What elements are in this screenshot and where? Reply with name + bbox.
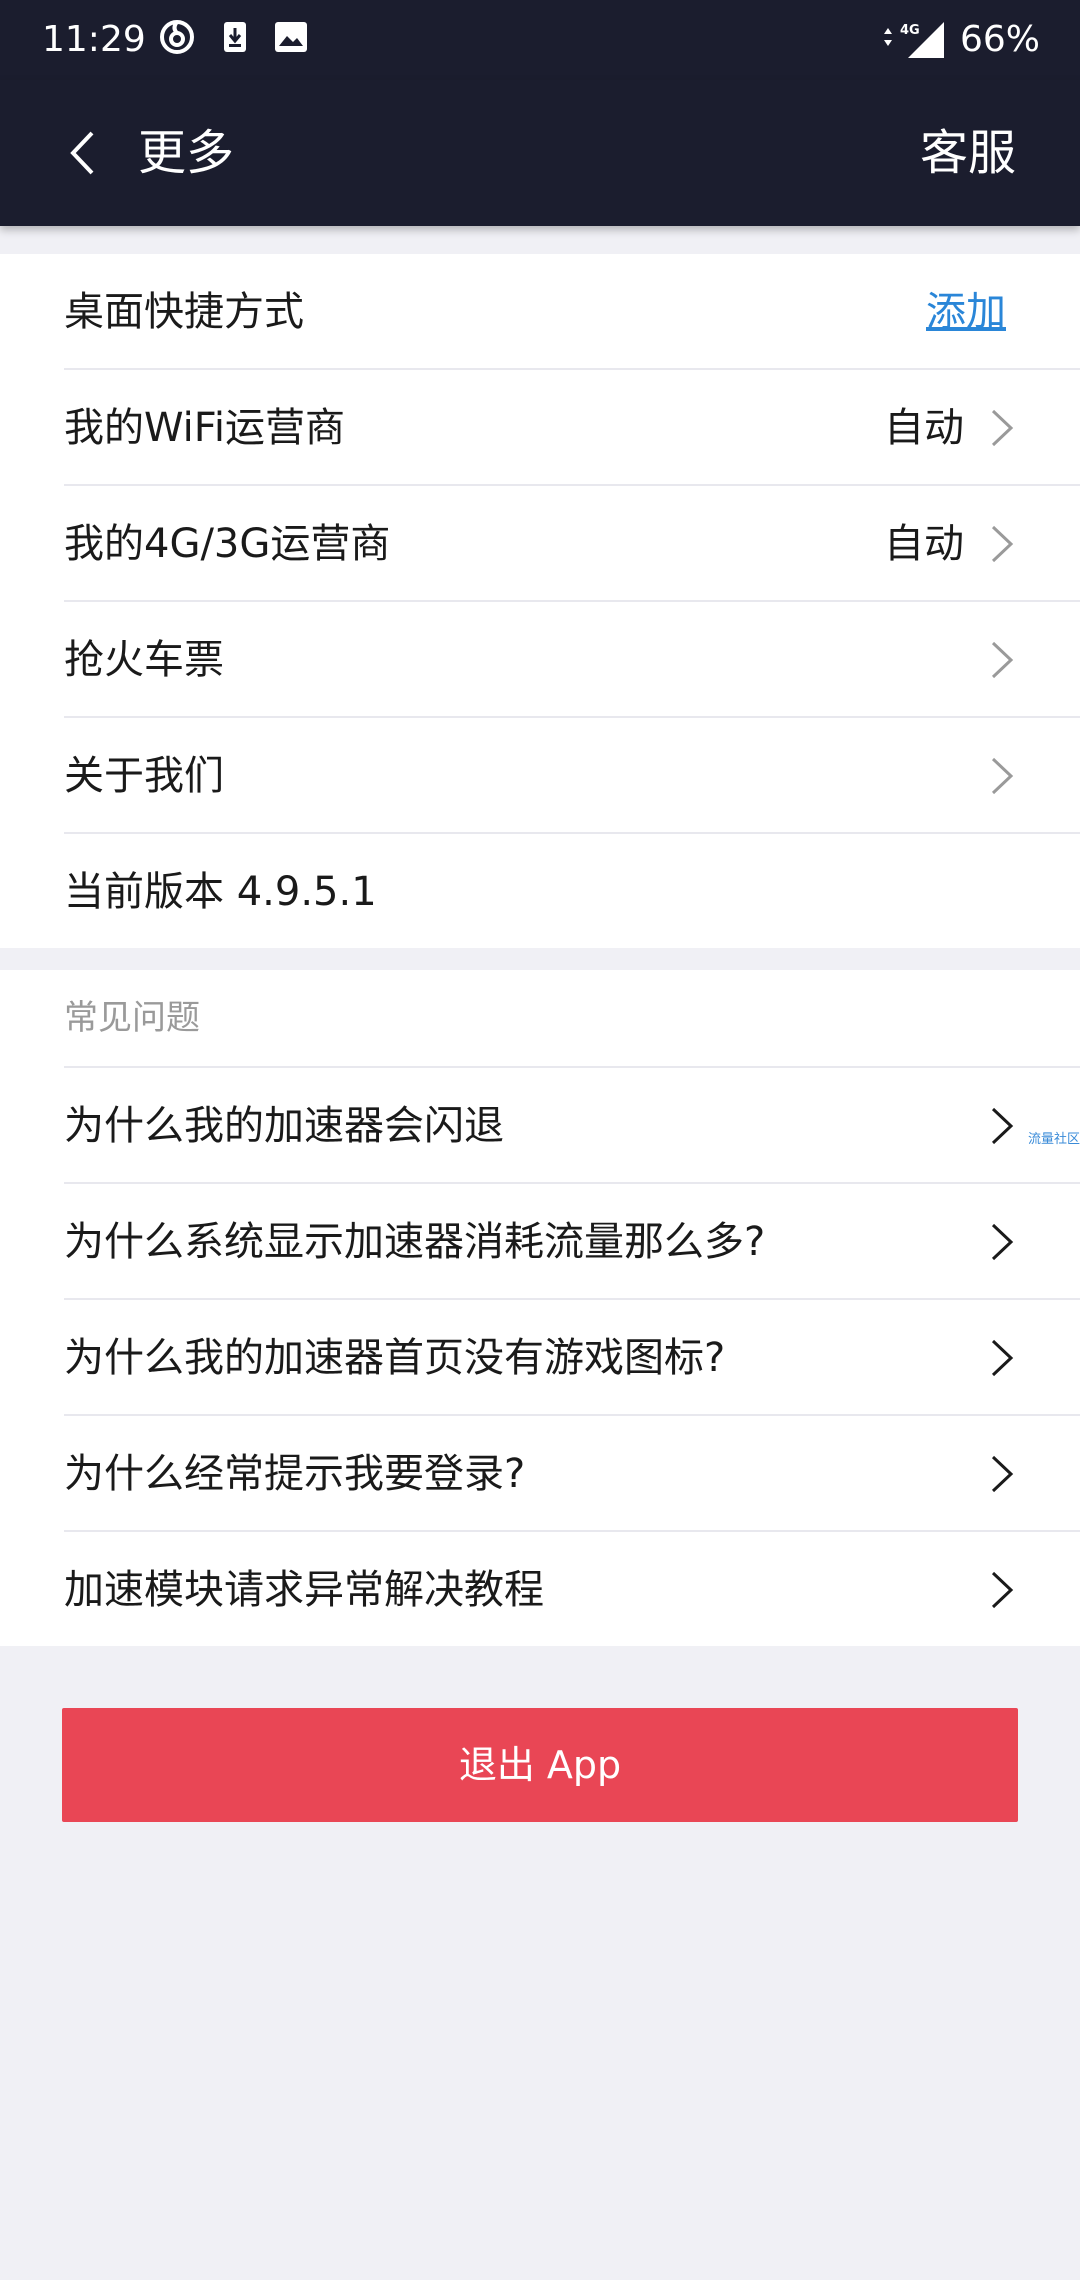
chevron-right-icon (991, 1455, 1014, 1493)
add-shortcut-link[interactable]: 添加 (926, 254, 1006, 370)
app-bar: 更多 客服 (0, 80, 1080, 226)
faq-section: 常见问题 为什么我的加速器会闪退 为什么系统显示加速器消耗流量那么多? 为什么我… (0, 970, 1080, 1646)
mobile-operator-label: 我的4G/3G运营商 (64, 521, 391, 567)
chevron-right-icon (991, 1571, 1014, 1609)
logout-button[interactable]: 退出 App (62, 1708, 1018, 1822)
faq-item[interactable]: 为什么系统显示加速器消耗流量那么多? (0, 1184, 1080, 1300)
wifi-operator-label: 我的WiFi运营商 (64, 405, 345, 451)
status-bar: 11:29 4G 66% (0, 0, 1080, 80)
svg-text:4G: 4G (900, 23, 920, 38)
shortcut-label: 桌面快捷方式 (64, 289, 304, 335)
wifi-operator-value: 自动 (884, 405, 964, 451)
status-time: 11:29 (42, 19, 146, 60)
faq-item-label: 为什么经常提示我要登录? (64, 1451, 526, 1497)
faq-item-label: 为什么我的加速器首页没有游戏图标? (64, 1335, 726, 1381)
train-tickets-row[interactable]: 抢火车票 (0, 602, 1080, 718)
status-notification-icons (158, 18, 308, 56)
download-icon (224, 22, 246, 52)
chevron-left-icon (70, 131, 94, 175)
image-icon (275, 22, 307, 52)
chevron-right-icon (991, 757, 1014, 795)
chevron-right-icon (991, 409, 1014, 447)
netease-music-icon (160, 20, 194, 54)
faq-item-label: 为什么系统显示加速器消耗流量那么多? (64, 1219, 766, 1265)
faq-item-label: 为什么我的加速器会闪退 (64, 1103, 504, 1149)
traffic-community-tag[interactable]: 流量社区 (1028, 1128, 1080, 1147)
version-label: 当前版本 4.9.5.1 (64, 869, 377, 915)
battery-level: 66% (959, 19, 1040, 60)
mobile-operator-value: 自动 (884, 521, 964, 567)
chevron-right-icon (991, 1339, 1014, 1377)
chevron-right-icon (991, 641, 1014, 679)
wifi-operator-row[interactable]: 我的WiFi运营商 自动 (0, 370, 1080, 486)
page-title: 更多 (138, 125, 235, 181)
faq-item[interactable]: 为什么我的加速器首页没有游戏图标? (0, 1300, 1080, 1416)
about-us-label: 关于我们 (64, 753, 224, 799)
version-row: 当前版本 4.9.5.1 (0, 834, 1080, 950)
chevron-right-icon (991, 525, 1014, 563)
chevron-right-icon (991, 1107, 1014, 1145)
faq-item[interactable]: 加速模块请求异常解决教程 (0, 1532, 1080, 1648)
faq-item[interactable]: 为什么我的加速器会闪退 (0, 1068, 1080, 1184)
faq-item-label: 加速模块请求异常解决教程 (64, 1567, 544, 1613)
faq-header: 常见问题 (64, 998, 200, 1038)
signal-icon: 4G (883, 22, 944, 58)
train-tickets-label: 抢火车票 (64, 637, 224, 683)
customer-service-button[interactable]: 客服 (920, 122, 1016, 184)
chevron-right-icon (991, 1223, 1014, 1261)
about-us-row[interactable]: 关于我们 (0, 718, 1080, 834)
shortcut-row: 桌面快捷方式 添加 (0, 254, 1080, 370)
back-button[interactable] (52, 118, 112, 188)
faq-item[interactable]: 为什么经常提示我要登录? (0, 1416, 1080, 1532)
settings-section: 桌面快捷方式 添加 我的WiFi运营商 自动 我的4G/3G运营商 自动 抢火车… (0, 254, 1080, 948)
status-right: 4G 66% (876, 16, 1040, 64)
mobile-operator-row[interactable]: 我的4G/3G运营商 自动 (0, 486, 1080, 602)
